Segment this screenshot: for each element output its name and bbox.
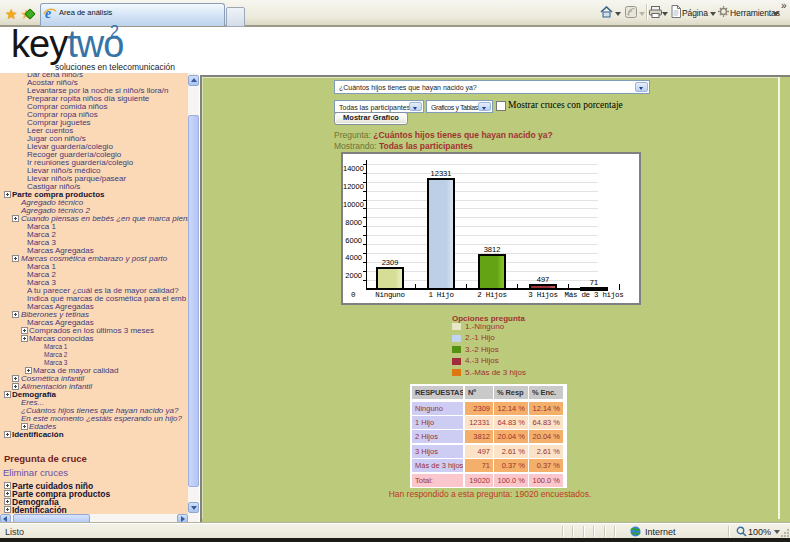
svg-text:e: e (45, 6, 51, 20)
